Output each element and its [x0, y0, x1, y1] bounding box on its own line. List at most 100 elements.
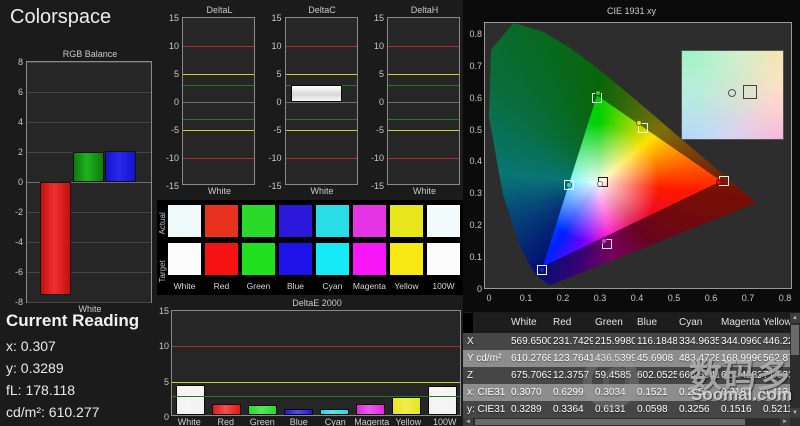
cie-measured-dot-yellow [635, 119, 642, 126]
measurement-table-panel: White Red Green Blue Cyan Magenta Yellow X 569.6… [463, 313, 800, 426]
delta-tick-label: 0 [276, 97, 282, 107]
swatch-column-label: Cyan [322, 281, 343, 291]
cie-y-tick-label: 0.1 [469, 252, 482, 263]
table-cell: 0.2255 [679, 387, 710, 398]
rgb-bar-red [40, 182, 71, 295]
swatch-column-label: Blue [286, 281, 304, 291]
table-row: y: CIE31 0.3289 0.3364 0.6131 0.0598 0.3256 0.… [463, 401, 800, 418]
green-limit-line [183, 118, 254, 120]
green-limit-line [183, 85, 254, 87]
swatch-row-label-actual: Actual [158, 212, 167, 235]
rgb-balance-y-axis: 8 6 4 2 0 -2 -4 -6 -8 [6, 57, 26, 307]
delta-plot [182, 17, 255, 185]
table-cell: 45.6908 [637, 353, 674, 364]
swatch-column-label: Yellow [394, 281, 419, 291]
table-header-magenta: Magenta [721, 317, 760, 328]
scroll-down-button[interactable]: ▼ [790, 408, 800, 418]
table-cell: 59.4585 [595, 370, 632, 381]
table-cell: 0.1516 [721, 404, 752, 415]
inset-measured-circle-icon [728, 89, 736, 97]
cie-measured-dot-red [716, 178, 723, 185]
table-cell: 334.9635 [679, 336, 719, 347]
deltae-tick-label: 15 [158, 306, 169, 316]
scroll-up-button[interactable]: ▲ [790, 313, 800, 323]
deltae-2000-chart: DeltaE 2000 15 10 5 0 White Red Green Blue Cyan… [157, 297, 463, 426]
deltae-bars [172, 311, 460, 415]
reading-x: x: 0.307 [6, 338, 56, 354]
deltae-title: DeltaE 2000 [292, 298, 342, 308]
deltae-y-axis: 15 10 5 0 [157, 306, 171, 422]
deltae-tick-label: 5 [163, 376, 169, 387]
delta-tick-label: 15 [271, 13, 282, 23]
cie-x-tick-label: 0.5 [667, 293, 681, 303]
table-cell: 0.3256 [679, 404, 710, 415]
deltae-bar-white [175, 385, 205, 415]
rgb-tick-label: 6 [17, 87, 23, 97]
delta-chart-body: 15 10 5 0 -5 -10 -15 [365, 13, 462, 191]
delta-tick-label: -15 [165, 181, 179, 191]
rgb-gridline [27, 302, 151, 303]
swatch-row-actual [168, 205, 460, 237]
cie-y-tick-label: 0.6 [469, 92, 482, 103]
deltae-bar-100w [427, 386, 457, 415]
deltae-bar-slot [388, 396, 424, 415]
table-cell: 569.6500 [511, 336, 551, 347]
page-title: Colorspace [10, 6, 112, 28]
horizontal-scroll-thumb[interactable] [475, 419, 745, 425]
delta-tick-label: -10 [268, 153, 282, 163]
cie-plot [484, 22, 792, 289]
zero-limit-line [285, 102, 357, 103]
vertical-scrollbar[interactable]: ▲ ▼ [790, 313, 800, 418]
delta-tick-label: -15 [370, 181, 384, 191]
swatch-column-label: Green [246, 281, 271, 291]
red-limit-line [285, 158, 357, 159]
delta-tick-label: 15 [168, 13, 179, 23]
cie-x-tick-label: 0.4 [630, 293, 644, 303]
deltae-bar-red [211, 403, 241, 415]
scroll-right-button[interactable]: ► [780, 418, 790, 426]
table-cell: 12.3757 [553, 370, 590, 381]
swatch-comparison-table: Actual Target White Red Green Blue Cyan Magen… [157, 200, 463, 295]
cie-1931-panel: CIE 1931 xy 0 0.1 0.2 0.3 0.4 0.5 0.6 0.7 0.8 0 0.… [463, 0, 800, 312]
deltae-bar-green [247, 405, 277, 415]
red-limit-line [285, 46, 357, 47]
rgb-bar-green [73, 152, 104, 182]
delta-tick-label: 5 [276, 69, 282, 79]
green-limit-line [388, 118, 459, 120]
cie-x-tick-label: 0.8 [778, 293, 792, 303]
delta-chart-deltal: DeltaL 15 10 5 0 -5 -10 -15 White [160, 4, 257, 200]
table-row-label: Z [467, 370, 474, 381]
table-header-cyan: Cyan [679, 317, 703, 328]
zero-limit-line [183, 102, 254, 103]
table-cell: 0.6299 [553, 387, 584, 398]
deltae-bar-cyan [319, 408, 349, 415]
red-limit-line [172, 346, 460, 348]
delta-tick-label: -5 [273, 125, 282, 135]
horizontal-scrollbar[interactable]: ◄ ► [463, 418, 800, 426]
vertical-scroll-thumb[interactable] [791, 325, 799, 355]
yellow-limit-line [183, 74, 254, 75]
table-row-label: Y cd/m² [467, 353, 502, 364]
delta-bar [291, 85, 343, 102]
current-reading-block: Current Reading x: 0.307 y: 0.3289 fL: 1… [6, 311, 156, 423]
delta-chart-body: 15 10 5 0 -5 -10 -15 [160, 13, 257, 191]
reading-fl: fL: 178.118 [6, 382, 76, 398]
reading-y: y: 0.3289 [6, 360, 64, 376]
rgb-balance-chart: RGB Balance 8 6 4 2 0 -2 -4 -6 -8 White [6, 48, 154, 315]
current-reading-title: Current Reading [6, 311, 140, 330]
delta-tick-label: 0 [378, 97, 384, 107]
table-cell: 675.7063 [511, 370, 551, 381]
colorspace-screen: Colorspace RGB Balance 8 6 4 2 0 -2 -4 -6 -8 Whi… [0, 0, 800, 426]
swatch-row-target [168, 243, 460, 275]
swatch-actual-yellow [390, 205, 423, 237]
swatch-actual-green [242, 205, 275, 237]
delta-chart-body: 15 10 5 0 -5 -10 -15 [263, 13, 360, 191]
scroll-left-button[interactable]: ◄ [463, 418, 473, 426]
table-cell: 123.7641 [553, 353, 593, 364]
table-cell: 602.0525 [637, 370, 677, 381]
table-cell: 666.6941 [679, 370, 719, 381]
delta-tick-label: 5 [173, 69, 179, 79]
cie-measured-dot-magenta [600, 237, 607, 244]
delta-tick-label: 10 [168, 41, 179, 51]
zero-limit-line [388, 102, 459, 103]
